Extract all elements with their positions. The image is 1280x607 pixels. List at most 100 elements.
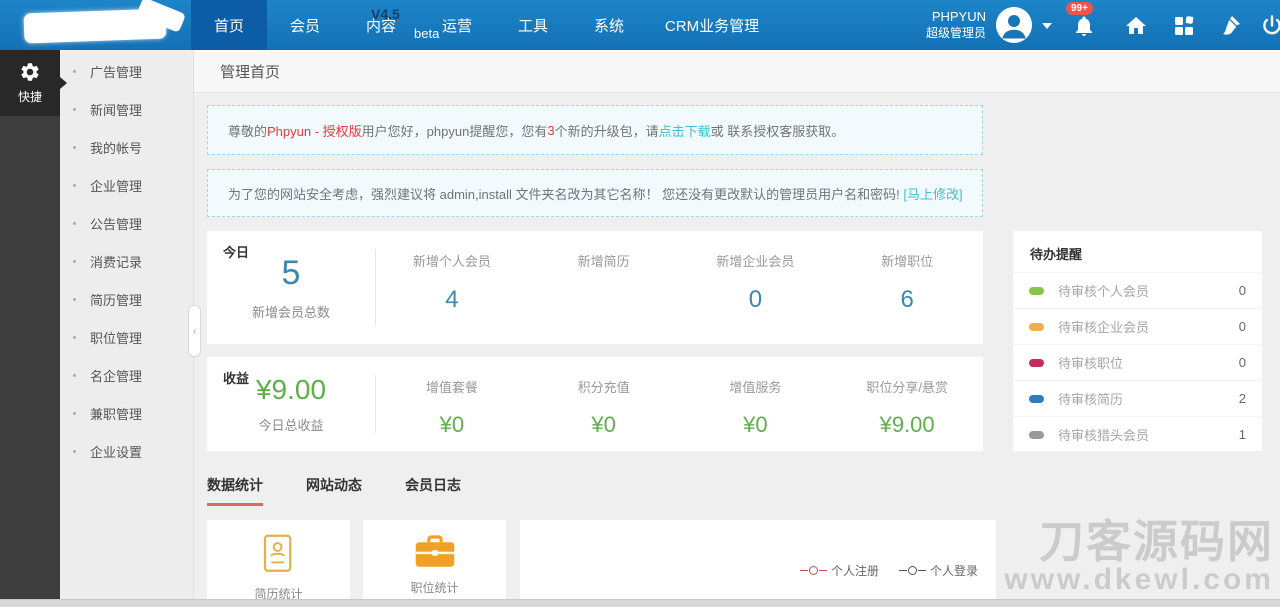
todo-count: 0 bbox=[1239, 319, 1246, 334]
stat-label: 职位分享/悬赏 bbox=[866, 377, 948, 396]
download-link[interactable]: 点击下载 bbox=[659, 121, 711, 140]
sidebar-item-settings[interactable]: 企业设置 bbox=[60, 432, 193, 470]
stat-column: 新增简历 bbox=[528, 231, 680, 344]
todo-count: 2 bbox=[1239, 391, 1246, 406]
nav-item-members[interactable]: 会员 bbox=[267, 0, 343, 50]
today-columns: 新增个人会员 4 新增简历 新增企业会员 0 新增职位 6 bbox=[376, 231, 983, 344]
stat-column: 新增职位 6 bbox=[831, 231, 983, 344]
sidebar-item-parttime[interactable]: 兼职管理 bbox=[60, 394, 193, 432]
sidebar-item-announce[interactable]: 公告管理 bbox=[60, 204, 193, 242]
legend-label: 个人登录 bbox=[930, 562, 978, 579]
sidebar-item-account[interactable]: 我的帐号 bbox=[60, 128, 193, 166]
widget-label: 职位统计 bbox=[363, 579, 506, 596]
chevron-left-icon: ‹ bbox=[193, 326, 196, 337]
stat-value: 4 bbox=[445, 286, 458, 314]
sidebar-item-jobs[interactable]: 职位管理 bbox=[60, 318, 193, 356]
brand-label: Phpyun - 授权版 bbox=[267, 121, 362, 140]
logout-button[interactable] bbox=[1260, 14, 1280, 38]
home-icon bbox=[1124, 14, 1148, 38]
resume-stats-widget: 简历统计 bbox=[207, 520, 350, 607]
sidebar-collapse-handle[interactable]: ‹ bbox=[188, 305, 201, 357]
stat-value: ¥0 bbox=[440, 412, 464, 438]
todo-panel: 待办提醒 待审核个人会员 0 待审核企业会员 0 待审核职位 0 待审核简历 2 bbox=[1013, 231, 1262, 451]
version-label: V4.5 bbox=[371, 6, 400, 22]
sidebar-item-ads[interactable]: 广告管理 bbox=[60, 52, 193, 90]
quick-rail: 快捷 bbox=[0, 50, 60, 599]
notice-text: 用户您好，phpyun提醒您，您有 bbox=[362, 121, 548, 140]
legend-item-register: 个人注册 bbox=[800, 562, 879, 579]
stat-label: 增值套餐 bbox=[426, 377, 478, 396]
resume-icon bbox=[207, 533, 350, 580]
page-title: 管理首页 bbox=[220, 61, 280, 82]
nav-item-crm[interactable]: CRM业务管理 bbox=[647, 0, 777, 50]
avatar[interactable] bbox=[996, 7, 1032, 43]
todo-label: 待审核个人会员 bbox=[1058, 281, 1239, 300]
todo-row-personal[interactable]: 待审核个人会员 0 bbox=[1013, 272, 1262, 308]
user-info: PHPYUN 超级管理员 bbox=[898, 8, 986, 42]
bell-icon bbox=[1072, 14, 1096, 38]
top-navbar: V4.5 beta 首页 会员 内容 运营 工具 系统 CRM业务管理 PHPY… bbox=[0, 0, 1280, 50]
stat-value: ¥0 bbox=[743, 412, 767, 438]
stats-tabs: 数据统计 网站动态 会员日志 bbox=[207, 475, 461, 506]
today-total-label: 新增会员总数 bbox=[252, 302, 330, 321]
todo-row-jobs[interactable]: 待审核职位 0 bbox=[1013, 344, 1262, 380]
revenue-stats-card: 收益 ¥9.00 今日总收益 增值套餐 ¥0 积分充值 ¥0 增值服务 ¥0 bbox=[207, 357, 983, 451]
tab-site-news[interactable]: 网站动态 bbox=[306, 475, 362, 506]
stat-value: 0 bbox=[749, 286, 762, 314]
tab-member-log[interactable]: 会员日志 bbox=[405, 475, 461, 506]
todo-title: 待办提醒 bbox=[1013, 231, 1262, 272]
todo-label: 待审核猎头会员 bbox=[1058, 425, 1239, 444]
todo-count: 0 bbox=[1239, 283, 1246, 298]
quick-menu-button[interactable]: 快捷 bbox=[0, 50, 60, 116]
notice-text: 或 联系授权客服获取。 bbox=[711, 121, 845, 140]
legend-item-login: 个人登录 bbox=[899, 562, 978, 579]
nav-item-tools[interactable]: 工具 bbox=[495, 0, 571, 50]
sidebar-item-resume[interactable]: 简历管理 bbox=[60, 280, 193, 318]
sidebar-item-news[interactable]: 新闻管理 bbox=[60, 90, 193, 128]
todo-row-headhunter[interactable]: 待审核猎头会员 1 bbox=[1013, 416, 1262, 452]
apps-button[interactable] bbox=[1172, 14, 1196, 38]
notice-text: 为了您的网站安全考虑，强烈建议将 admin,install 文件夹名改为其它名… bbox=[228, 184, 900, 203]
quick-label: 快捷 bbox=[18, 88, 42, 105]
notification-badge: 99+ bbox=[1066, 2, 1093, 15]
tab-data-stats[interactable]: 数据统计 bbox=[207, 475, 263, 506]
apps-grid-icon bbox=[1172, 14, 1196, 38]
status-pill bbox=[1029, 359, 1044, 367]
todo-count: 1 bbox=[1239, 427, 1246, 442]
chevron-down-icon[interactable] bbox=[1042, 23, 1052, 34]
sidebar-item-consume[interactable]: 消费记录 bbox=[60, 242, 193, 280]
notifications-button[interactable] bbox=[1072, 14, 1096, 38]
today-stats-card: 今日 5 新增会员总数 新增个人会员 4 新增简历 新增企业会员 0 bbox=[207, 231, 983, 344]
nav-item-operations[interactable]: 运营 bbox=[419, 0, 495, 50]
clear-cache-button[interactable] bbox=[1218, 14, 1242, 38]
sidebar-item-company[interactable]: 企业管理 bbox=[60, 166, 193, 204]
nav-item-system[interactable]: 系统 bbox=[571, 0, 647, 50]
today-total: 5 新增会员总数 bbox=[207, 231, 375, 344]
home-button[interactable] bbox=[1124, 14, 1148, 38]
revenue-total: ¥9.00 今日总收益 bbox=[207, 357, 375, 451]
todo-count: 0 bbox=[1239, 355, 1246, 370]
gear-icon bbox=[19, 61, 41, 83]
notice-text: 尊敬的 bbox=[228, 121, 267, 140]
stat-value: 6 bbox=[900, 286, 913, 314]
chart-legend: 个人注册 个人登录 bbox=[800, 562, 978, 579]
todo-row-resume[interactable]: 待审核简历 2 bbox=[1013, 380, 1262, 416]
notice-text: 个新的升级包，请 bbox=[555, 121, 659, 140]
main-content: 管理首页 尊敬的 Phpyun - 授权版 用户您好，phpyun提醒您，您有 … bbox=[194, 50, 1280, 599]
todo-row-company[interactable]: 待审核企业会员 0 bbox=[1013, 308, 1262, 344]
admin-dashboard: V4.5 beta 首页 会员 内容 运营 工具 系统 CRM业务管理 PHPY… bbox=[0, 0, 1280, 607]
legend-marker bbox=[800, 566, 827, 575]
user-role: 超级管理员 bbox=[898, 25, 986, 42]
modify-now-link[interactable]: [马上修改] bbox=[903, 184, 962, 203]
stat-label: 新增简历 bbox=[578, 251, 630, 270]
stat-label: 新增个人会员 bbox=[413, 251, 491, 270]
revenue-total-label: 今日总收益 bbox=[258, 415, 323, 434]
user-name: PHPYUN bbox=[898, 8, 986, 25]
status-pill bbox=[1029, 395, 1044, 403]
status-pill bbox=[1029, 323, 1044, 331]
user-icon bbox=[996, 7, 1032, 43]
legend-marker bbox=[899, 566, 926, 575]
job-stats-widget: 职位统计 bbox=[363, 520, 506, 607]
nav-item-home[interactable]: 首页 bbox=[191, 0, 267, 50]
sidebar-item-famous[interactable]: 名企管理 bbox=[60, 356, 193, 394]
